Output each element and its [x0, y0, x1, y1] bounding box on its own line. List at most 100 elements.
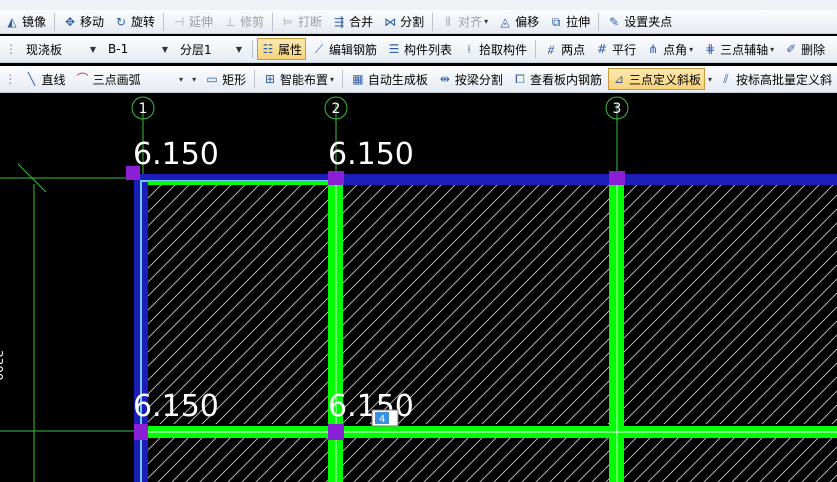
- chevron-down-icon: ▾: [689, 44, 694, 54]
- point-angle-button[interactable]: ⋔ 点角 ▾: [642, 38, 697, 60]
- component-list-button[interactable]: ☰ 构件列表: [383, 38, 456, 60]
- split-by-beam-button[interactable]: ⇹ 按梁分割: [434, 68, 507, 90]
- align-button[interactable]: ⫴ 对齐 ▾: [437, 11, 492, 33]
- set-grip-button[interactable]: ✎ 设置夹点: [603, 11, 676, 33]
- auto-generate-slab-button[interactable]: ▦ 自动生成板: [347, 68, 432, 90]
- joint-3a[interactable]: [609, 171, 625, 185]
- split-button[interactable]: ⋈ 分割: [379, 11, 428, 33]
- chevron-down-icon[interactable]: ▾: [708, 75, 712, 84]
- slope-icon: ⊿: [613, 72, 624, 86]
- extend-button[interactable]: ⊣ 延伸: [168, 11, 217, 33]
- rectangle-button[interactable]: ▭ 矩形: [201, 68, 250, 90]
- slab-panel[interactable]: [343, 184, 609, 424]
- mirror-button[interactable]: ◭ 镜像: [1, 11, 50, 33]
- dimension-label: 3300: [0, 350, 5, 381]
- chevron-down-icon[interactable]: ▾: [192, 75, 196, 84]
- component-type-select[interactable]: 现浇板 ▼: [21, 39, 101, 59]
- edit-rebar-button[interactable]: ⟋ 编辑钢筋: [308, 38, 381, 60]
- view-slab-rebar-button[interactable]: ⧠ 查看板内钢筋: [509, 68, 606, 90]
- separator: [535, 40, 537, 58]
- component-name-value: B-1: [108, 42, 129, 56]
- line-button[interactable]: ╲ 直线: [21, 68, 70, 90]
- point-angle-icon: ⋔: [648, 42, 659, 56]
- smart-layout-button[interactable]: ⊞ 智能布置 ▾: [259, 68, 338, 90]
- extend-icon: ⊣: [173, 14, 185, 29]
- grip-dots-icon: ⋮: [5, 42, 17, 56]
- component-type-value: 现浇板: [26, 42, 63, 57]
- auto-generate-slab-label: 自动生成板: [367, 72, 428, 87]
- chevron-down-icon: ▼: [161, 44, 168, 54]
- grid-icon: ▦: [352, 72, 364, 86]
- joint-2b[interactable]: [328, 424, 344, 440]
- rotate-button[interactable]: ↻ 旋转: [110, 11, 159, 33]
- separator: [432, 12, 434, 31]
- merge-button[interactable]: ⇶ 合并: [328, 11, 377, 33]
- mirror-label: 镜像: [22, 15, 47, 29]
- axis-label-3: 3: [613, 101, 622, 117]
- slab-panel[interactable]: [624, 184, 837, 424]
- arc-three-point-label: 三点画弧: [92, 72, 141, 87]
- properties-button[interactable]: ☷ 属性: [257, 38, 307, 60]
- chevron-down-icon: ▼: [89, 44, 96, 54]
- layer-value: 分层1: [180, 42, 212, 57]
- arc-three-point-dropdown[interactable]: ⌒ 三点画弧 ▾: [72, 68, 188, 90]
- arc-icon: ⌒: [76, 72, 89, 86]
- stretch-button[interactable]: ⧉ 拉伸: [545, 11, 594, 33]
- slab-panel[interactable]: [343, 438, 609, 482]
- separator: [342, 70, 343, 88]
- offset-button[interactable]: ◬ 偏移: [494, 11, 543, 33]
- parallel-label: 平行: [612, 42, 637, 57]
- component-name-select[interactable]: B-1 ▼: [103, 39, 173, 59]
- separator: [254, 70, 255, 88]
- three-point-axis-label: 三点辅轴: [720, 42, 769, 57]
- three-point-slope-button[interactable]: ⊿ 三点定义斜板: [607, 68, 705, 90]
- point-angle-label: 点角: [663, 42, 688, 57]
- cursor-input-value: 4: [379, 414, 385, 425]
- parallel-button[interactable]: # 平行: [591, 38, 640, 60]
- chevron-down-icon: ▾: [179, 74, 184, 84]
- beam-top-segment[interactable]: [148, 181, 328, 185]
- align-label: 对齐: [458, 15, 483, 29]
- three-point-axis-button[interactable]: ⋕ 三点辅轴 ▾: [699, 38, 778, 60]
- joint-1b[interactable]: [134, 424, 148, 440]
- separator: [272, 12, 274, 31]
- break-button[interactable]: ⊨ 打断: [277, 11, 326, 33]
- mirror-icon: ◭: [7, 14, 17, 29]
- two-points-button[interactable]: ⧣ 两点: [540, 38, 589, 60]
- trim-button[interactable]: ⊥ 修剪: [219, 11, 268, 33]
- chevron-down-icon: ▾: [330, 74, 335, 84]
- drawing-canvas[interactable]: 1 2 3 3300 6.150 6.150 6.150 6.150 4: [0, 94, 837, 482]
- separator: [163, 12, 165, 31]
- move-button[interactable]: ✥ 移动: [59, 11, 108, 33]
- three-point-axis-icon: ⋕: [705, 42, 716, 56]
- three-point-slope-label: 三点定义斜板: [628, 72, 701, 87]
- slab-panel[interactable]: [624, 438, 837, 482]
- axis-label-2: 2: [332, 101, 341, 117]
- slab-panel[interactable]: [148, 438, 328, 482]
- view-rebar-icon: ⧠: [515, 72, 525, 86]
- delete-button[interactable]: ✐ 删除: [780, 38, 829, 60]
- elevation-label: 6.150: [133, 389, 219, 424]
- properties-icon: ☷: [262, 42, 274, 56]
- view-slab-rebar-label: 查看板内钢筋: [529, 72, 602, 87]
- rectangle-icon: ▭: [206, 72, 218, 86]
- break-label: 打断: [298, 15, 323, 29]
- rotate-icon: ↻: [116, 14, 127, 29]
- split-by-beam-icon: ⇹: [439, 72, 450, 86]
- chevron-down-icon: ▾: [770, 44, 775, 54]
- layer-select[interactable]: 分层1 ▼: [175, 39, 247, 59]
- slab-panel[interactable]: [148, 184, 328, 424]
- offset-icon: ◬: [500, 14, 510, 29]
- set-grip-label: 设置夹点: [624, 15, 673, 29]
- stretch-label: 拉伸: [566, 15, 591, 29]
- grip-dots-icon: ⋮: [4, 72, 17, 86]
- rebar-icon: ⟋: [314, 42, 324, 56]
- line-label: 直线: [41, 72, 66, 87]
- elevation-label: 6.150: [328, 137, 414, 172]
- pick-component-button[interactable]: ⟊ 拾取构件: [458, 38, 531, 60]
- split-icon: ⋈: [384, 14, 397, 29]
- joint-2a[interactable]: [328, 171, 344, 185]
- draw-toolbar: ⋮ ╲ 直线 ⌒ 三点画弧 ▾ ▾ ▭ 矩形 ⊞ 智能布置 ▾ ▦ 自动生成板 ⇹ 按梁分割 ⧠…: [0, 66, 837, 93]
- batch-by-elevation-button[interactable]: ⫽ 按标高批量定义斜: [715, 68, 836, 90]
- elevation-label: 6.150: [133, 137, 219, 172]
